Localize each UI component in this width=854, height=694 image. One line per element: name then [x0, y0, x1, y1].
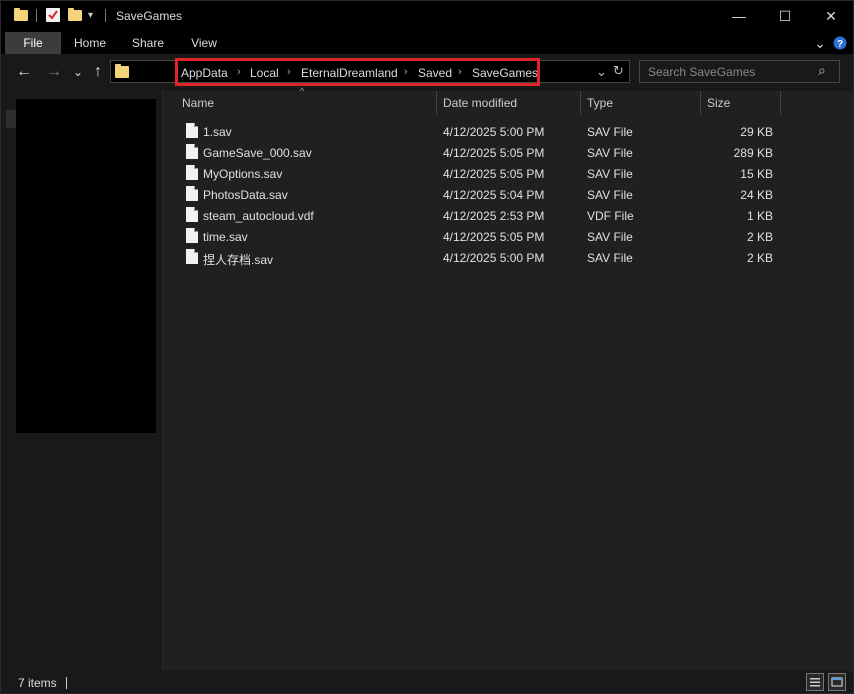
column-header-date[interactable]: Date modified — [443, 96, 517, 110]
file-date-modified: 4/12/2025 5:05 PM — [443, 146, 545, 160]
new-folder-icon[interactable] — [68, 8, 82, 21]
search-icon[interactable]: ⌕ — [818, 62, 826, 79]
file-row[interactable]: 1.sav 4/12/2025 5:00 PM SAV File 29 KB — [178, 121, 798, 142]
file-type: SAV File — [587, 251, 633, 265]
file-icon — [186, 207, 198, 222]
file-type: SAV File — [587, 188, 633, 202]
file-type: VDF File — [587, 209, 634, 223]
highlight-box — [175, 58, 540, 86]
tab-share[interactable]: Share — [124, 32, 172, 54]
column-header-size[interactable]: Size — [707, 96, 730, 110]
up-button[interactable]: ↑ — [88, 62, 108, 82]
tab-home[interactable]: Home — [66, 32, 114, 54]
file-size: 289 KB — [733, 146, 773, 160]
file-row[interactable]: MyOptions.sav 4/12/2025 5:05 PM SAV File 15… — [178, 163, 798, 184]
nav-scrollbar[interactable] — [6, 110, 16, 128]
window-title: SaveGames — [116, 9, 183, 23]
details-view-icon[interactable] — [806, 673, 824, 691]
file-name: time.sav — [203, 230, 248, 244]
redacted-nav-tree — [16, 99, 156, 433]
title-bar: ▾ SaveGames — ☐ ✕ — [0, 0, 854, 32]
file-type: SAV File — [587, 146, 633, 160]
file-row[interactable]: PhotosData.sav 4/12/2025 5:04 PM SAV File 2… — [178, 184, 798, 205]
file-date-modified: 4/12/2025 5:00 PM — [443, 125, 545, 139]
folder-icon — [115, 64, 129, 78]
file-icon — [186, 165, 198, 180]
minimize-button[interactable]: — — [716, 0, 762, 32]
file-size: 24 KB — [740, 188, 773, 202]
file-row[interactable]: steam_autocloud.vdf 4/12/2025 2:53 PM VDF … — [178, 205, 798, 226]
help-icon[interactable]: ? — [832, 32, 848, 54]
column-divider[interactable] — [580, 91, 581, 115]
file-date-modified: 4/12/2025 5:05 PM — [443, 167, 545, 181]
expand-ribbon-icon[interactable]: ⌄ — [812, 32, 828, 54]
file-date-modified: 4/12/2025 5:04 PM — [443, 188, 545, 202]
recent-locations-button[interactable]: ⌄ — [68, 62, 88, 82]
close-button[interactable]: ✕ — [808, 0, 854, 32]
file-size: 29 KB — [740, 125, 773, 139]
large-icons-view-icon[interactable] — [828, 673, 846, 691]
file-size: 1 KB — [746, 209, 773, 223]
ribbon-tabs: File Home Share View ⌄ ? — [0, 32, 854, 54]
file-name: PhotosData.sav — [203, 188, 288, 202]
file-icon — [186, 249, 198, 264]
tab-view[interactable]: View — [180, 32, 228, 54]
column-header-type[interactable]: Type — [587, 96, 613, 110]
column-divider[interactable] — [780, 91, 781, 115]
file-date-modified: 4/12/2025 2:53 PM — [443, 209, 545, 223]
customize-quick-access-icon[interactable]: ▾ — [88, 10, 102, 24]
refresh-icon[interactable]: ↻ — [613, 63, 624, 79]
file-name: MyOptions.sav — [203, 167, 283, 181]
file-row[interactable]: time.sav 4/12/2025 5:05 PM SAV File 2 KB — [178, 226, 798, 247]
file-name: 捏人存档.sav — [203, 253, 274, 267]
file-size: 2 KB — [746, 251, 773, 265]
redacted-path — [142, 61, 176, 82]
file-icon — [186, 144, 198, 159]
file-row[interactable]: GameSave_000.sav 4/12/2025 5:05 PM SAV Fil… — [178, 142, 798, 163]
item-count: 7 items — [18, 676, 57, 690]
properties-icon[interactable] — [46, 8, 60, 22]
file-icon — [186, 228, 198, 243]
file-size: 2 KB — [746, 230, 773, 244]
svg-text:?: ? — [837, 39, 843, 50]
status-divider — [66, 677, 67, 689]
file-type: SAV File — [587, 167, 633, 181]
file-icon — [186, 186, 198, 201]
title-divider — [105, 9, 106, 22]
file-size: 15 KB — [740, 167, 773, 181]
file-name: steam_autocloud.vdf — [203, 209, 314, 223]
forward-button[interactable]: → — [44, 62, 64, 82]
tab-file[interactable]: File — [5, 32, 61, 54]
file-name: 1.sav — [203, 125, 232, 139]
file-date-modified: 4/12/2025 5:05 PM — [443, 230, 545, 244]
file-date-modified: 4/12/2025 5:00 PM — [443, 251, 545, 265]
sort-ascending-icon: ^ — [300, 86, 305, 96]
maximize-button[interactable]: ☐ — [762, 0, 808, 32]
file-name: GameSave_000.sav — [203, 146, 312, 160]
file-icon — [186, 123, 198, 138]
column-divider[interactable] — [700, 91, 701, 115]
file-type: SAV File — [587, 125, 633, 139]
file-type: SAV File — [587, 230, 633, 244]
folder-icon — [14, 8, 28, 21]
address-dropdown-icon[interactable]: ⌄ — [596, 64, 607, 80]
quick-access-divider — [36, 9, 37, 22]
status-bar — [0, 671, 854, 694]
column-header-name[interactable]: Name — [182, 96, 214, 110]
column-divider[interactable] — [436, 91, 437, 115]
search-placeholder: Search SaveGames — [648, 65, 756, 79]
file-row[interactable]: 捏人存档.sav 4/12/2025 5:00 PM SAV File 2 KB — [178, 247, 798, 268]
back-button[interactable]: ← — [14, 62, 34, 82]
